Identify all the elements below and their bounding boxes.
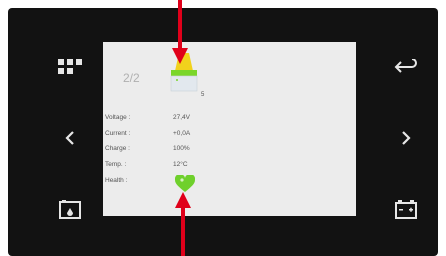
previous-button[interactable] xyxy=(52,122,88,154)
battery-gauge-button[interactable] xyxy=(52,194,88,226)
annotation-arrow-up xyxy=(175,192,191,256)
charge-label: Charge : xyxy=(105,145,130,152)
grid-menu-icon xyxy=(58,59,82,74)
current-value: +0,0A xyxy=(173,130,191,137)
next-button[interactable] xyxy=(388,122,424,154)
battery-gauge-icon xyxy=(59,200,81,219)
chevron-right-icon xyxy=(402,131,411,145)
heart-icon xyxy=(175,175,195,192)
temperature-label: Temp. : xyxy=(105,161,127,168)
chevron-left-icon xyxy=(65,131,74,145)
health-label: Health : xyxy=(105,177,128,184)
temperature-value: 12°C xyxy=(173,161,188,168)
menu-button[interactable] xyxy=(52,51,88,83)
current-label: Current : xyxy=(105,130,131,137)
back-button[interactable] xyxy=(388,51,424,83)
back-arrow-icon xyxy=(394,59,417,73)
voltage-value: 27,4V xyxy=(173,114,190,121)
charge-value: 100% xyxy=(173,145,190,152)
page-indicator: 2/2 xyxy=(123,71,140,85)
battery-button[interactable] xyxy=(388,194,424,226)
battery-icon xyxy=(395,200,417,219)
voltage-label: Voltage : xyxy=(105,114,131,121)
battery-number: 5 xyxy=(201,92,205,98)
annotation-arrow-down xyxy=(172,0,188,64)
display-screen: 2/2 5 Voltage : 27,4V Current : +0,0A Ch… xyxy=(103,42,356,216)
